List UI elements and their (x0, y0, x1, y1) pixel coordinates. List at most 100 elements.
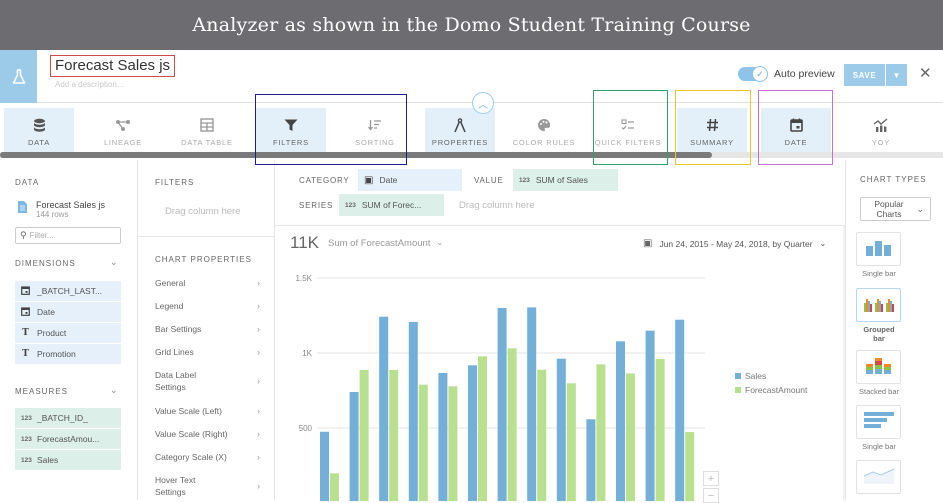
filters-drop-zone[interactable]: Drag column here (165, 206, 241, 217)
chart-property-item[interactable]: Value Scale (Left) › (155, 405, 260, 417)
category-shelf[interactable]: ▣ Date (358, 169, 462, 191)
dimension-item[interactable]: _BATCH_LAST... (15, 281, 121, 301)
save-button[interactable]: SAVE (844, 64, 885, 86)
measure-item[interactable]: 123 ForecastAmou... (15, 429, 121, 449)
chart-category-dropdown[interactable]: Popular Charts ⌄ (860, 197, 931, 221)
dimension-item[interactable]: T Promotion (15, 344, 121, 364)
bar-forecastamount[interactable] (448, 386, 458, 501)
funnel-icon (284, 115, 298, 135)
bar-forecastamount[interactable] (537, 369, 547, 501)
chart-property-item[interactable]: Bar Settings › (155, 323, 260, 335)
beast-mode-button[interactable] (0, 50, 37, 103)
toolbar-tab-label: COLOR RULES (512, 138, 576, 147)
toolbar-tab-summary[interactable]: SUMMARY (677, 108, 747, 152)
chart-type-option[interactable] (856, 232, 901, 266)
bar-sales[interactable] (675, 319, 685, 501)
bar-forecastamount[interactable] (389, 369, 399, 501)
bar-sales[interactable] (468, 365, 477, 501)
chart-property-item[interactable]: Hover Text Settings › (155, 474, 260, 498)
bar-sales[interactable] (556, 358, 566, 501)
column-filter-input[interactable]: ⚲ Filter... (15, 227, 121, 244)
chart-property-label: Value Scale (Left) (155, 406, 222, 416)
zoom-in-button[interactable]: + (703, 471, 719, 486)
chart-category-value: Popular Charts (874, 199, 904, 219)
collapse-toolbar-button[interactable]: ︿ (472, 92, 494, 114)
toolbar-tab-label: FILTERS (273, 138, 309, 147)
bar-sales[interactable] (527, 307, 537, 501)
toolbar-tab-label: DATE (784, 138, 808, 147)
measure-item[interactable]: 123 Sales (15, 450, 121, 470)
legend-label[interactable]: Sales (745, 371, 766, 381)
toolbar-tab-date[interactable]: DATE (761, 108, 831, 152)
chart-type-option[interactable] (856, 405, 901, 439)
bar-forecastamount[interactable] (626, 373, 635, 501)
bar-sales[interactable] (379, 316, 389, 501)
save-options-dropdown[interactable]: ▼ (886, 64, 907, 86)
dataset-info[interactable]: Forecast Sales js 144 rows (17, 200, 105, 219)
bar-sales[interactable] (645, 330, 655, 501)
check-icon: ✓ (752, 66, 768, 82)
bar-sales[interactable] (616, 341, 625, 501)
toolbar-tab-color-rules[interactable]: COLOR RULES (509, 108, 579, 152)
toolbar-tab-sorting[interactable]: SORTING (340, 108, 410, 152)
chart-property-item[interactable]: General › (155, 277, 260, 289)
bar-forecastamount[interactable] (418, 384, 428, 501)
chart-property-item[interactable]: Value Scale (Right) › (155, 428, 260, 440)
bar-sales[interactable] (320, 431, 329, 501)
close-button[interactable]: ✕ (919, 64, 932, 82)
chart-types-heading: CHART TYPES (860, 175, 927, 184)
toolbar-tab-label: LINEAGE (103, 138, 143, 147)
chart-property-item[interactable]: Category Scale (X) › (155, 451, 260, 463)
toolbar-tab-properties[interactable]: PROPERTIES (425, 108, 495, 152)
dimension-item[interactable]: Date (15, 302, 121, 322)
chart-type-option[interactable] (856, 350, 901, 384)
bar-forecastamount[interactable] (655, 359, 665, 501)
single-bar-chart-icon (864, 238, 894, 261)
bar-sales[interactable] (497, 308, 507, 501)
chart-type-label: Grouped bar (863, 325, 895, 343)
measure-item[interactable]: 123 _BATCH_ID_ (15, 408, 121, 428)
description-input[interactable]: Add a description... (55, 80, 123, 89)
bar-sales[interactable] (408, 321, 418, 501)
dimension-item[interactable]: T Product (15, 323, 121, 343)
toolbar-scrollbar[interactable] (0, 152, 943, 158)
toolbar-tab-data-table[interactable]: DATA TABLE (172, 108, 242, 152)
dimensions-collapse-icon[interactable]: ⌄ (110, 257, 118, 268)
bar-forecastamount[interactable] (596, 364, 606, 501)
auto-preview-label: Auto preview (774, 68, 835, 80)
bar-forecastamount[interactable] (507, 348, 517, 501)
chevron-up-icon: ︿ (478, 99, 488, 111)
chart-property-item[interactable]: Data Label Settings › (155, 369, 260, 393)
dataset-row-count: 144 rows (36, 210, 69, 219)
measures-collapse-icon[interactable]: ⌄ (110, 385, 118, 396)
chart-property-item[interactable]: Grid Lines › (155, 346, 260, 358)
chevron-down-icon: ▼ (892, 70, 901, 80)
scrollbar-thumb[interactable] (0, 152, 712, 158)
bar-forecastamount[interactable] (685, 432, 695, 501)
legend-label[interactable]: ForecastAmount (745, 385, 808, 395)
series-drop-zone[interactable]: Drag column here (459, 200, 535, 211)
bar-sales[interactable] (586, 419, 596, 501)
auto-preview-toggle[interactable]: ✓ Auto preview (738, 66, 835, 82)
bar-forecastamount[interactable] (566, 383, 576, 501)
chart-type-option[interactable] (856, 288, 901, 322)
chart-property-item[interactable]: Legend › (155, 300, 260, 312)
chart-property-label: Bar Settings (155, 324, 202, 334)
chart-type-option[interactable] (856, 460, 901, 494)
toolbar-tab-data[interactable]: DATA (4, 108, 74, 152)
bar-sales[interactable] (349, 392, 359, 501)
bar-forecastamount[interactable] (359, 369, 369, 501)
toggle-switch[interactable]: ✓ (738, 66, 768, 82)
zoom-out-button[interactable]: − (703, 488, 719, 503)
bar-forecastamount[interactable] (478, 356, 487, 501)
card-title-input[interactable]: Forecast Sales js (50, 55, 176, 77)
text-type-icon: T (22, 349, 29, 359)
series-shelf[interactable]: 123 SUM of Forec... (339, 194, 444, 216)
value-shelf[interactable]: 123 SUM of Sales (513, 169, 618, 191)
toolbar-tab-lineage[interactable]: LINEAGE (88, 108, 158, 152)
toolbar-tab-yoy[interactable]: YOY (846, 108, 916, 152)
bar-forecastamount[interactable] (330, 473, 339, 501)
toolbar-tab-filters[interactable]: FILTERS (256, 108, 326, 152)
toolbar-tab-quick-filters[interactable]: QUICK FILTERS (593, 108, 663, 152)
bar-sales[interactable] (438, 372, 448, 501)
